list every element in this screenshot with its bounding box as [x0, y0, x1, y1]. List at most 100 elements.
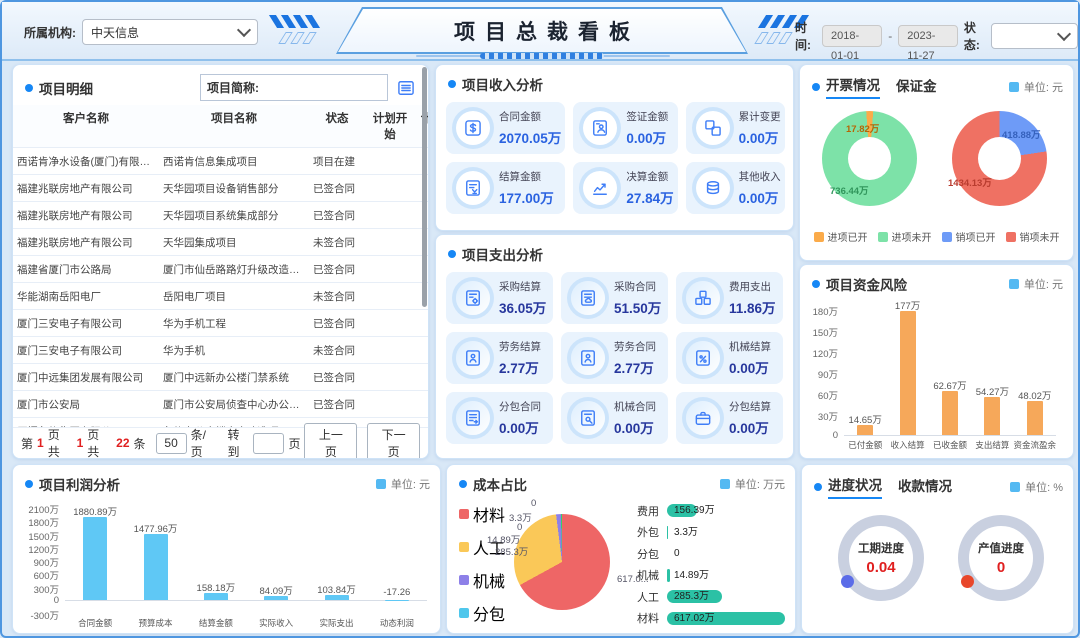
profit-bar-chart: 2100万1800万1500万1200万900万600万300万0-300万18…: [17, 493, 435, 629]
bar: [1027, 401, 1043, 435]
cost-bar-track: 3.3万: [667, 526, 785, 539]
legend-item[interactable]: 销项已开: [942, 229, 996, 244]
legend-item[interactable]: 分包: [459, 601, 505, 625]
stat-card-label: 合同金额: [499, 109, 561, 124]
purchase-contract-icon: [571, 281, 605, 315]
chevron-down-icon: [1057, 27, 1071, 41]
column-header: 项目名称: [159, 105, 309, 147]
panel-title: 项目明细: [39, 78, 93, 98]
cost-bar-value: 14.89万: [674, 569, 709, 582]
decor-slashes-left-outline: [282, 32, 313, 44]
bar-category-label: 实际收入: [242, 617, 310, 629]
input-invoice-donut-chart: 17.82万736.44万: [822, 111, 917, 206]
time-label: 时间:: [795, 19, 816, 53]
bar: [984, 397, 1000, 435]
stat-card-label: 费用支出: [729, 279, 776, 294]
page-size-input[interactable]: 50: [156, 433, 187, 454]
list-icon[interactable]: [394, 76, 418, 100]
axis-tick-label: 1200万: [17, 542, 59, 556]
table-scrollbar[interactable]: [422, 67, 427, 307]
subcontract-settle-icon: [686, 401, 720, 435]
bar: [900, 311, 916, 435]
table-row[interactable]: 西诺肯净水设备(厦门)有限公司西诺肯信息集成项目项目在建: [13, 148, 428, 175]
table-row[interactable]: 福建兆联房地产有限公司天华园集成项目未签合同: [13, 229, 428, 256]
visa-doc-icon: [583, 111, 617, 145]
stat-card-value: 0.00万: [739, 187, 781, 207]
labor-contract-icon: [571, 341, 605, 375]
stat-card-value: 27.84万: [626, 187, 673, 207]
column-header: 状态: [309, 105, 365, 147]
legend-item[interactable]: 机械: [459, 568, 505, 592]
legend-swatch-icon: [459, 509, 469, 519]
project-search-input[interactable]: [265, 76, 387, 99]
table-row[interactable]: 福建兆联房地产有限公司天华园项目设备销售部分已签合同: [13, 175, 428, 202]
table-row[interactable]: 厦门三安电子有限公司华为手机工程已签合同: [13, 310, 428, 337]
panel-title: 项目利润分析: [39, 474, 120, 494]
table-cell: [365, 283, 415, 309]
cost-bar-row: 分包0: [637, 543, 785, 565]
pagination-bar: 第 1 页 共 1 页 共 22 条 50 条/页 转到 页 上一页 下一页: [13, 427, 428, 458]
panel-title: 项目资金风险: [826, 274, 907, 294]
table-row[interactable]: 厦门三安电子有限公司华为手机未签合同: [13, 337, 428, 364]
table-row[interactable]: 厦门中远集团发展有限公司厦门中远新办公楼门禁系统已签合同: [13, 364, 428, 391]
bar-category-label: 预算成本: [121, 617, 189, 629]
bar-value-label: 177万: [878, 298, 936, 312]
fund-risk-panel: 项目资金风险 单位: 元 030万60万90万120万150万180万14.65…: [799, 264, 1074, 459]
tab-deposit[interactable]: 保证金: [896, 75, 937, 98]
goto-page-input[interactable]: [253, 433, 284, 454]
cost-bar-row: 机械14.89万: [637, 565, 785, 587]
stat-card-value: 0.00万: [729, 417, 771, 437]
status-select[interactable]: [991, 23, 1078, 49]
legend-item[interactable]: 销项未开: [1006, 229, 1060, 244]
pager-text: 页 共: [87, 426, 112, 459]
cost-bars-list: 费用156.39万外包3.3万分包0机械14.89万人工285.3万材料617.…: [637, 500, 785, 629]
stat-card-label: 分包结算: [729, 399, 771, 414]
stat-card: 合同金额2070.05万: [446, 102, 565, 154]
org-select[interactable]: 中天信息: [82, 19, 258, 45]
table-cell: 厦门市公安局: [13, 391, 159, 417]
table-cell: [415, 310, 428, 336]
legend-swatch-icon: [814, 232, 824, 242]
axis-tick-label: 1800万: [17, 515, 59, 529]
stat-card-value: 0.00万: [626, 127, 668, 147]
table-row[interactable]: 福建兆联房地产有限公司天华园项目系统集成部分已签合同: [13, 202, 428, 229]
date-to-input[interactable]: 2023-11-27: [898, 25, 958, 47]
tab-collection-status[interactable]: 收款情况: [898, 475, 952, 498]
next-page-button[interactable]: 下一页: [367, 423, 420, 459]
cost-bar-track: 156.39万: [667, 504, 785, 517]
table-row[interactable]: 福建省厦门市公路局厦门市仙岳路路灯升级改造项目已签合同: [13, 256, 428, 283]
output-progress-gauge: 产值进度 0: [958, 515, 1044, 601]
panel-dot-icon: [25, 84, 33, 92]
legend-label: 分包: [473, 601, 505, 625]
stat-card: 机械结算0.00万: [676, 332, 783, 384]
bar: [204, 593, 228, 600]
change-squares-icon: [696, 111, 730, 145]
pager-text: 条: [134, 435, 146, 452]
table-row[interactable]: 厦门市公安局厦门市公安局侦查中心办公设...已签合同: [13, 391, 428, 418]
panel-title: 项目收入分析: [462, 74, 543, 94]
bar-value-label: -17.26: [359, 587, 435, 598]
legend-item[interactable]: 进项未开: [878, 229, 932, 244]
legend-item[interactable]: 进项已开: [814, 229, 868, 244]
bar-value-label: 1880.89万: [57, 504, 133, 518]
tab-invoice-status[interactable]: 开票情况: [826, 74, 880, 99]
bar: [144, 534, 168, 599]
pager-total-pages: 1: [77, 436, 84, 450]
unit-label: 单位: 元: [1024, 79, 1063, 95]
project-search-box: 项目简称:: [200, 74, 388, 101]
bar-category-label: 结算金额: [182, 617, 250, 629]
cost-bar-label: 分包: [637, 546, 667, 562]
chevron-down-icon: [237, 23, 251, 37]
table-cell: 已签合同: [309, 202, 365, 228]
legend-swatch-icon: [459, 542, 469, 552]
donut-hole: [848, 137, 892, 181]
table-cell: [365, 337, 415, 363]
tab-progress-status[interactable]: 进度状况: [828, 474, 882, 499]
pager-current-page: 1: [37, 436, 44, 450]
legend-item[interactable]: 材料: [459, 502, 505, 526]
date-from-input[interactable]: 2018-01-01: [822, 25, 882, 47]
project-detail-panel: 项目明细 项目简称: 客户名称项目名称状态计划开始计划竣工 西诺肯净水设备(厦门…: [12, 64, 429, 459]
table-cell: 岳阳电厂项目: [159, 283, 309, 309]
table-row[interactable]: 华能湖南岳阳电厂岳阳电厂项目未签合同: [13, 283, 428, 310]
prev-page-button[interactable]: 上一页: [304, 423, 357, 459]
